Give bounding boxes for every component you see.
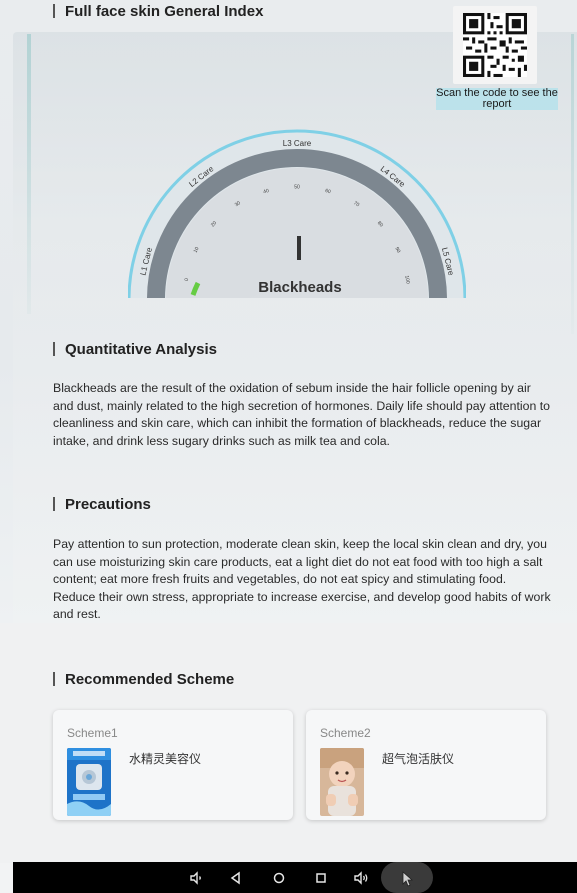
back-icon[interactable] [226, 868, 246, 888]
system-navigation-bar [13, 862, 577, 893]
quantitative-analysis-heading: Quantitative Analysis [65, 341, 217, 358]
skin-index-gauge: L1 CareL2 CareL3 CareL4 CareL5 Care 0102… [128, 109, 466, 298]
gauge-tick-label: 50 [294, 184, 300, 190]
volume-down-icon[interactable] [186, 868, 206, 888]
section-marker [53, 497, 55, 511]
recommended-scheme-heading: Recommended Scheme [65, 671, 235, 688]
panel-edge [571, 34, 574, 334]
scheme-label: Scheme1 [67, 726, 118, 740]
qr-code-icon [463, 13, 527, 77]
recommended-scheme-title: Recommended Scheme [53, 671, 234, 688]
quantitative-analysis-title: Quantitative Analysis [53, 341, 217, 358]
screenshot-icon[interactable] [397, 868, 417, 888]
volume-up-icon[interactable] [351, 868, 371, 888]
page-title: Full face skin General Index [53, 3, 263, 20]
gauge-pointer [297, 236, 301, 260]
section-marker [53, 672, 55, 686]
panel-edge [27, 34, 31, 314]
scheme-product-name: 超气泡活肤仪 [382, 752, 455, 766]
precautions-heading: Precautions [65, 496, 151, 513]
scheme-card-2[interactable]: Scheme2 超气泡活肤仪 [306, 710, 546, 820]
section-marker [53, 342, 55, 356]
page-title-text: Full face skin General Index [65, 3, 264, 20]
recents-icon[interactable] [311, 868, 331, 888]
product-image [67, 748, 111, 816]
baby-photo-icon [320, 748, 364, 816]
precautions-text: Pay attention to sun protection, moderat… [53, 537, 551, 621]
section-marker [53, 4, 55, 18]
scheme-product-name: 水精灵美容仪 [129, 752, 202, 766]
gauge-zone-label: L3 Care [283, 139, 312, 148]
report-page: Full face skin General Index Scan the co… [0, 0, 577, 893]
scheme-label: Scheme2 [320, 726, 371, 740]
home-icon[interactable] [269, 868, 289, 888]
quantitative-analysis-text: Blackheads are the result of the oxidati… [53, 381, 550, 448]
qr-code[interactable] [453, 6, 537, 84]
beauty-device-image-icon [67, 748, 111, 816]
scheme-card-1[interactable]: Scheme1 水精灵美容仪 [53, 710, 293, 820]
gauge-indicator-label: Blackheads [258, 279, 342, 296]
precautions-title: Precautions [53, 496, 151, 513]
product-image [320, 748, 364, 816]
